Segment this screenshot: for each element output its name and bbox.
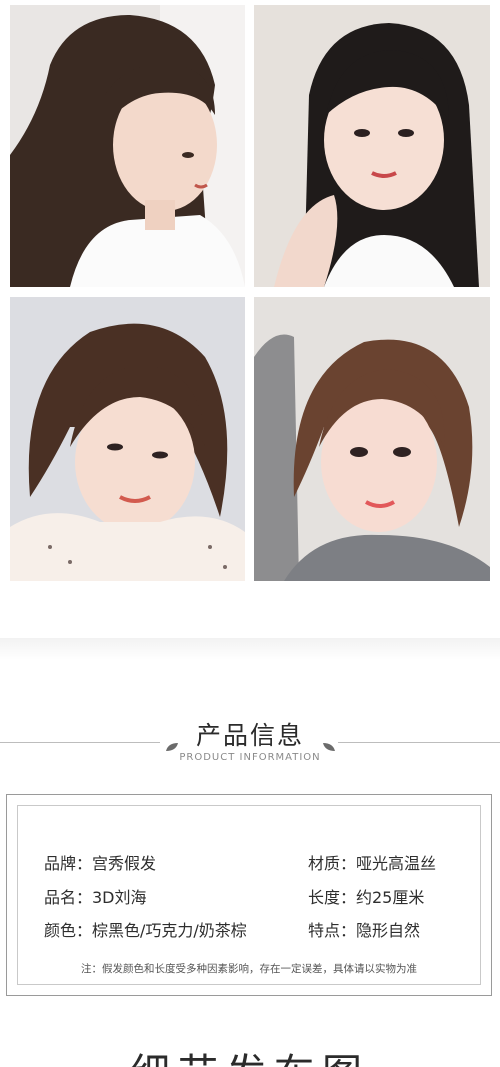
section-title: 产品信息: [195, 721, 304, 750]
product-info-box: 品牌：宫秀假发 材质：哑光高温丝 品名：3D刘海 长度：约25厘米 颜色：棕黑色…: [6, 794, 492, 996]
info-note: 注：假发颜色和长度受多种因素影响，存在一定误差，具体请以实物为准: [81, 963, 417, 975]
info-product-name: 品名：3D刘海: [44, 888, 147, 907]
product-photo-3: [10, 297, 245, 581]
next-section-title-text: 细节发布图: [0, 1054, 500, 1067]
section-subtitle: PRODUCT INFORMATION: [179, 752, 321, 763]
info-length: 长度：约25厘米: [308, 888, 425, 907]
info-material: 材质：哑光高温丝: [308, 854, 437, 873]
section-divider-band: [0, 638, 500, 660]
info-feature: 特点：隐形自然: [308, 921, 421, 940]
product-photo-4: [254, 297, 490, 581]
heading-line-right: [338, 742, 500, 743]
info-brand: 品牌：宫秀假发: [44, 854, 157, 873]
product-photo-2: [254, 5, 490, 287]
product-photo-1: [10, 5, 245, 287]
info-color: 颜色：棕黑色/巧克力/奶茶棕: [44, 921, 247, 940]
next-section-title: 细节发布图: [0, 1050, 500, 1067]
section-heading: 产品信息 PRODUCT INFORMATION: [0, 712, 500, 772]
product-info-inner: 品牌：宫秀假发 材质：哑光高温丝 品名：3D刘海 长度：约25厘米 颜色：棕黑色…: [17, 805, 481, 985]
